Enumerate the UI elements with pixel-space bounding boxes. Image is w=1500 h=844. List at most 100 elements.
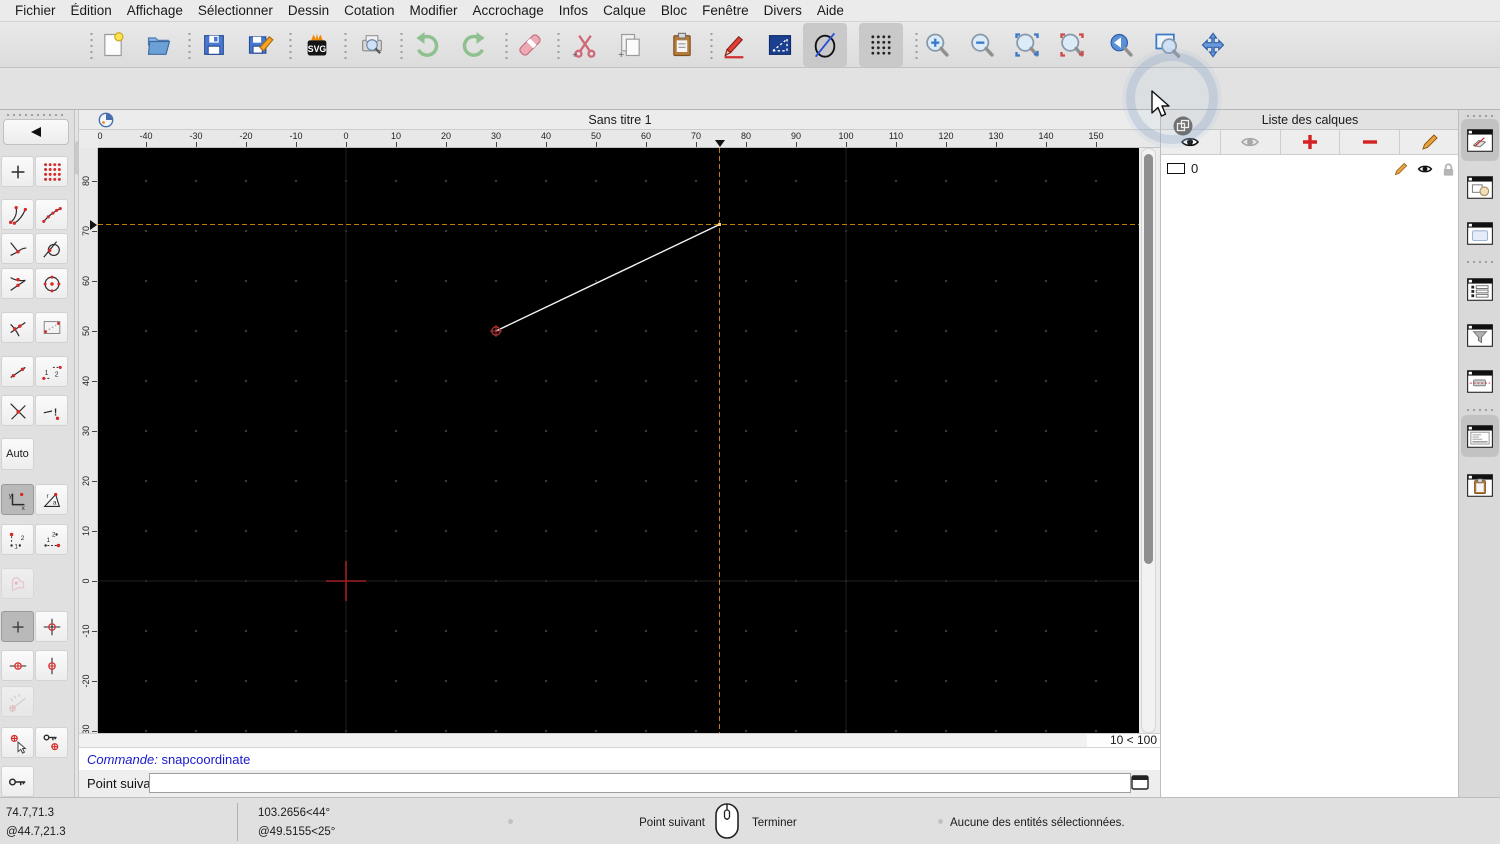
print-preview-button[interactable] bbox=[354, 27, 390, 63]
reference-point-2-icon: 12 bbox=[43, 531, 60, 547]
snap-nearest-button[interactable] bbox=[1, 312, 34, 343]
layer-edit-pencil-icon[interactable] bbox=[1393, 161, 1409, 177]
paste-button[interactable] bbox=[664, 27, 700, 63]
snap-grid-button[interactable] bbox=[35, 156, 68, 187]
drawing-canvas[interactable] bbox=[98, 148, 1139, 733]
menu-item-aide[interactable]: Aide bbox=[817, 3, 844, 18]
redo-button[interactable] bbox=[455, 27, 491, 63]
toolbar-handle[interactable] bbox=[1465, 114, 1495, 118]
coordinate-cartesian-button[interactable]: yx bbox=[1, 484, 34, 515]
cut-button[interactable]: + bbox=[567, 27, 603, 63]
reference-point-1-button[interactable]: 12 bbox=[1, 524, 34, 555]
layer-row[interactable]: 0 bbox=[1161, 157, 1459, 181]
save-button[interactable] bbox=[196, 27, 232, 63]
hide-all-layers-button[interactable] bbox=[1220, 130, 1281, 155]
add-layer-button[interactable] bbox=[1280, 130, 1341, 155]
layer-lock-icon[interactable] bbox=[1441, 161, 1456, 177]
lock-relative-zero-button[interactable] bbox=[35, 727, 68, 758]
snap-auto-button[interactable]: Auto bbox=[1, 438, 34, 470]
show-all-layers-button[interactable] bbox=[1161, 130, 1221, 155]
grid-toggle-button[interactable] bbox=[859, 23, 903, 67]
open-button[interactable] bbox=[141, 27, 177, 63]
previous-view-icon bbox=[1110, 33, 1133, 57]
snap-intersection-manual-button[interactable]: ! bbox=[35, 395, 68, 426]
svg-export-button[interactable]: SVG bbox=[299, 27, 335, 63]
zoom-out-button[interactable] bbox=[964, 27, 1000, 63]
menu-item-accrochage[interactable]: Accrochage bbox=[472, 3, 543, 18]
auto-zoom-button[interactable] bbox=[1009, 27, 1045, 63]
restrict-vertical-button[interactable] bbox=[35, 650, 68, 681]
menu-item-calque[interactable]: Calque bbox=[603, 3, 646, 18]
snap-free-button[interactable] bbox=[1, 156, 34, 187]
restrict-horizontal-button[interactable] bbox=[1, 650, 34, 681]
command-input[interactable] bbox=[149, 773, 1131, 793]
undo-button[interactable] bbox=[410, 27, 446, 63]
snap-reference-button[interactable] bbox=[35, 312, 68, 343]
edit-layer-button[interactable] bbox=[1400, 130, 1459, 155]
set-relative-zero-button[interactable] bbox=[1, 727, 34, 758]
snap-intersection-button[interactable] bbox=[1, 395, 34, 426]
draw-pen-button[interactable] bbox=[716, 27, 752, 63]
erase-button[interactable] bbox=[512, 27, 548, 63]
dock-library-browser-button[interactable] bbox=[1464, 218, 1496, 248]
ellipse-button[interactable] bbox=[803, 23, 847, 67]
dock-filter-button[interactable] bbox=[1464, 320, 1496, 350]
selection-status: Aucune des entités sélectionnées. bbox=[950, 817, 1125, 829]
document-title-bar[interactable]: Sans titre 1 bbox=[79, 110, 1161, 130]
snap-on-entity-icon bbox=[41, 206, 62, 223]
layer-visible-eye-icon[interactable] bbox=[1417, 161, 1433, 177]
edit-layer-pencil-icon bbox=[1421, 134, 1438, 150]
vertical-scrollbar[interactable] bbox=[1141, 148, 1156, 733]
redraw-button[interactable] bbox=[1054, 27, 1090, 63]
layer-panel-title[interactable]: Liste des calques bbox=[1161, 110, 1459, 130]
snap-on-entity-button[interactable] bbox=[35, 199, 68, 230]
dock-clipboard-button[interactable] bbox=[1464, 470, 1496, 500]
menu-item-fenetre[interactable]: Fenêtre bbox=[702, 3, 749, 18]
reference-point-2-button[interactable]: 12 bbox=[35, 524, 68, 555]
snap-distance-button[interactable] bbox=[1, 356, 34, 387]
relative-zero-key-icon bbox=[8, 777, 25, 786]
menu-item-infos[interactable]: Infos bbox=[559, 3, 588, 18]
menu-item-affichage[interactable]: Affichage bbox=[127, 3, 183, 18]
rectangle-button[interactable] bbox=[762, 27, 798, 63]
restrict-orthogonal-button[interactable] bbox=[35, 611, 68, 642]
menu-item-cotation[interactable]: Cotation bbox=[344, 3, 394, 18]
layer-color-swatch[interactable] bbox=[1167, 163, 1185, 174]
relative-zero-key-button[interactable] bbox=[1, 766, 34, 797]
dock-layer-list-button[interactable] bbox=[1464, 125, 1496, 155]
menu-item-dessin[interactable]: Dessin bbox=[288, 3, 329, 18]
restrict-nothing-button[interactable] bbox=[1, 611, 34, 642]
snap-back-button[interactable] bbox=[3, 119, 69, 145]
snap-endpoint-button[interactable] bbox=[1, 199, 34, 230]
snap-distance-manual-button[interactable]: 12 bbox=[35, 356, 68, 387]
menu-item-bloc[interactable]: Bloc bbox=[661, 3, 687, 18]
pan-button[interactable] bbox=[1195, 27, 1231, 63]
snap-tangential-button[interactable] bbox=[35, 233, 68, 264]
coordinate-polar-button[interactable]: ra bbox=[35, 484, 68, 515]
copy-button[interactable]: + bbox=[613, 27, 649, 63]
previous-view-button[interactable] bbox=[1103, 27, 1139, 63]
remove-layer-button[interactable] bbox=[1340, 130, 1401, 155]
menu-item-divers[interactable]: Divers bbox=[764, 3, 802, 18]
zoom-in-button[interactable] bbox=[919, 27, 955, 63]
menu-item-modifier[interactable]: Modifier bbox=[409, 3, 457, 18]
menu-item-fichier[interactable]: Fichier bbox=[15, 3, 56, 18]
snap-middle-button[interactable] bbox=[1, 268, 34, 299]
vertical-scrollbar-thumb[interactable] bbox=[1144, 154, 1153, 564]
snap-perpendicular-button[interactable] bbox=[1, 233, 34, 264]
dock-block-list-button[interactable] bbox=[1464, 172, 1496, 202]
dock-measure-button[interactable] bbox=[1464, 366, 1496, 396]
menu-item-edition[interactable]: Édition bbox=[71, 3, 112, 18]
dock-entity-list-button[interactable] bbox=[1464, 274, 1496, 304]
snap-center-button[interactable] bbox=[35, 268, 68, 299]
new-button[interactable] bbox=[95, 27, 131, 63]
ruler-x-tick bbox=[996, 142, 997, 147]
dock-command-line-button[interactable] bbox=[1464, 421, 1496, 451]
toolbar-handle[interactable] bbox=[5, 113, 67, 117]
restrict-angle-button[interactable] bbox=[1, 686, 34, 717]
command-options-icon[interactable] bbox=[1131, 775, 1149, 791]
menu-item-selectionner[interactable]: Sélectionner bbox=[198, 3, 273, 18]
tool-extra-button[interactable] bbox=[1, 568, 34, 599]
zoom-window-button[interactable] bbox=[1150, 27, 1186, 63]
save-as-button[interactable] bbox=[242, 27, 278, 63]
